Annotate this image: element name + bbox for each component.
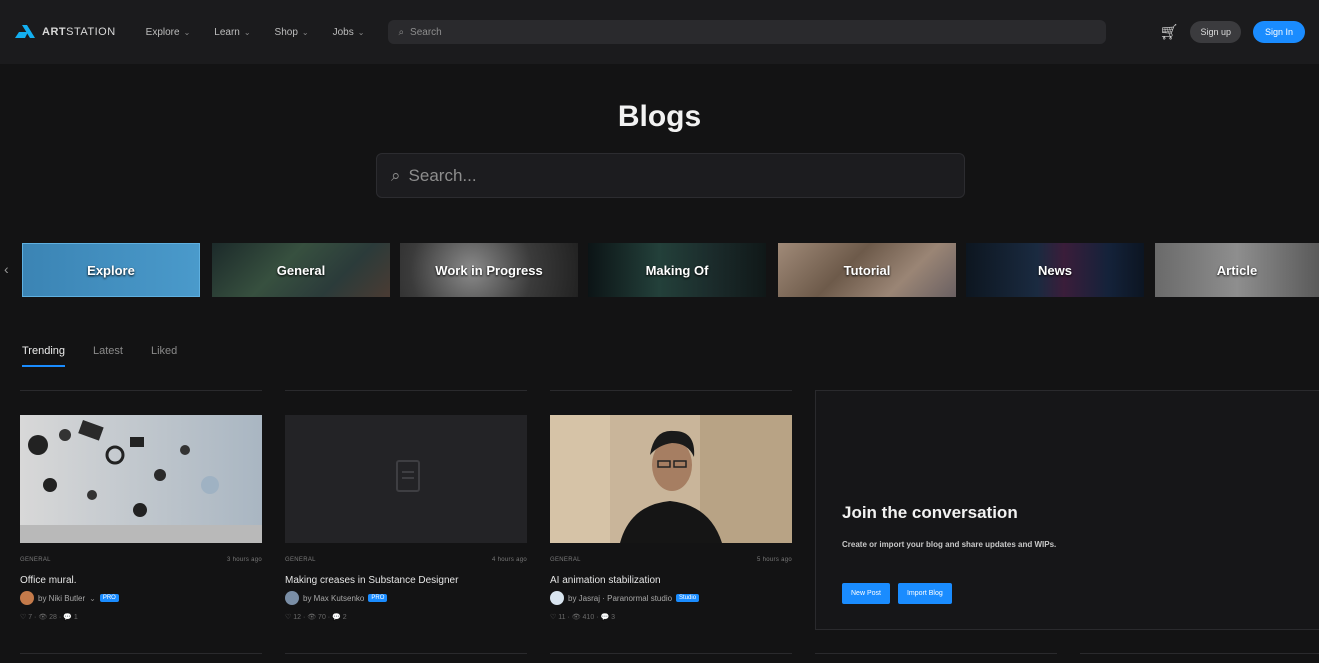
nav-explore-label: Explore [145, 26, 180, 38]
brand-prefix: ART [42, 26, 67, 38]
category-label: News [1038, 262, 1072, 278]
card-thumbnail[interactable] [20, 415, 262, 543]
artstation-logo[interactable]: ARTSTATION [14, 24, 116, 40]
signin-label: Sign In [1264, 27, 1293, 37]
top-right-actions: 🛒︎ Sign up Sign In [1159, 21, 1305, 43]
category-general[interactable]: General [212, 243, 390, 297]
card-title[interactable]: Office mural. [20, 575, 77, 586]
search-icon: ⌕ [398, 26, 405, 38]
chevron-down-icon: ⌄ [357, 27, 365, 37]
pro-badge: PRO [368, 594, 388, 602]
feed-tabs: Trending Latest Liked [22, 345, 177, 367]
blog-card[interactable]: GENERAL 4 hours ago Making creases in Su… [285, 390, 527, 630]
top-search-input[interactable]: ⌕ Search [388, 20, 1107, 44]
signup-button[interactable]: Sign up [1190, 21, 1241, 43]
pro-badge: PRO [99, 594, 119, 602]
card-stats: ♡ 11 · 👁 410 · 💬 3 [550, 614, 615, 621]
join-description: Create or import your blog and share upd… [842, 540, 1057, 549]
cart-icon[interactable]: 🛒︎ [1159, 23, 1178, 41]
card-stats: ♡ 7 · 👁 28 · 💬 1 [20, 614, 78, 621]
avatar [285, 591, 299, 605]
new-post-button[interactable]: New Post [842, 583, 890, 604]
card-author[interactable]: by Niki Butler ⌄ PRO [20, 591, 119, 605]
category-making-of[interactable]: Making Of [588, 243, 766, 297]
category-work-in-progress[interactable]: Work in Progress [400, 243, 578, 297]
card-meta: GENERAL 4 hours ago [285, 557, 527, 563]
blog-card[interactable]: GENERAL 3 hours ago Office mural. by Nik… [20, 390, 262, 630]
blog-search-placeholder: Search... [408, 165, 477, 185]
chevron-down-icon: ⌄ [301, 27, 309, 37]
card-title[interactable]: Making creases in Substance Designer [285, 575, 458, 586]
main-nav: Explore ⌄ Learn ⌄ Shop ⌄ Jobs ⌄ [146, 27, 365, 38]
blog-card-next-row [1080, 653, 1319, 663]
signin-button[interactable]: Sign In [1252, 21, 1305, 43]
page-title: Blogs [617, 100, 702, 133]
nav-shop[interactable]: Shop ⌄ [275, 27, 309, 38]
nav-jobs[interactable]: Jobs ⌄ [333, 27, 365, 38]
signup-label: Sign up [1200, 27, 1231, 37]
brand-suffix: STATION [66, 26, 116, 38]
join-actions: New Post Import Blog [842, 583, 952, 604]
blog-card-next-row [20, 653, 262, 663]
card-meta: GENERAL 3 hours ago [20, 557, 262, 563]
tab-liked[interactable]: Liked [151, 345, 177, 367]
top-navbar: ARTSTATION Explore ⌄ Learn ⌄ Shop ⌄ Jobs ⌄ ⌕… [0, 0, 1319, 64]
card-time: 5 hours ago [757, 557, 792, 563]
chevron-down-icon: ⌄ [183, 27, 191, 37]
category-label: Work in Progress [435, 262, 543, 278]
card-category: GENERAL [550, 557, 581, 563]
import-blog-button[interactable]: Import Blog [897, 583, 952, 604]
blog-card-next-row [815, 653, 1057, 663]
category-article[interactable]: Article [1155, 243, 1319, 297]
card-category: GENERAL [285, 557, 316, 563]
card-author[interactable]: by Max Kutsenko PRO [285, 591, 388, 605]
card-category: GENERAL [20, 557, 51, 563]
tab-trending[interactable]: Trending [22, 345, 66, 367]
tab-latest[interactable]: Latest [93, 345, 123, 367]
category-tutorial[interactable]: Tutorial [778, 243, 956, 297]
category-label: Making Of [645, 262, 709, 278]
chevron-down-icon: ⌄ [89, 593, 96, 603]
nav-jobs-label: Jobs [332, 26, 354, 38]
card-meta: GENERAL 5 hours ago [550, 557, 792, 563]
category-label: Article [1216, 262, 1258, 278]
blog-card[interactable]: GENERAL 5 hours ago AI animation stabili… [550, 390, 792, 630]
nav-shop-label: Shop [274, 26, 298, 38]
category-news[interactable]: News [966, 243, 1144, 297]
top-search-placeholder: Search [410, 26, 442, 38]
blog-search-input[interactable]: ⌕ Search... [376, 153, 965, 198]
nav-learn[interactable]: Learn ⌄ [214, 27, 250, 38]
avatar [20, 591, 34, 605]
avatar [550, 591, 564, 605]
card-title[interactable]: AI animation stabilization [550, 575, 661, 586]
category-explore[interactable]: Explore [22, 243, 200, 297]
category-label: Explore [87, 262, 135, 278]
card-thumbnail[interactable] [285, 415, 527, 543]
chevron-down-icon: ⌄ [243, 27, 251, 37]
author-name: by Niki Butler [38, 593, 86, 603]
category-label: Tutorial [843, 262, 891, 278]
nav-learn-label: Learn [214, 26, 240, 38]
author-name: by Jasraj · Paranormal studio [568, 593, 673, 603]
card-stats: ♡ 12 · 👁 70 · 💬 2 [285, 614, 347, 621]
card-time: 4 hours ago [492, 557, 527, 563]
category-strip: Explore General Work in Progress Making … [0, 243, 1319, 297]
join-title: Join the conversation [842, 503, 1018, 522]
blog-card-next-row [550, 653, 792, 663]
search-icon: ⌕ [391, 165, 401, 185]
category-label: General [276, 262, 326, 278]
card-thumbnail[interactable] [550, 415, 792, 543]
nav-explore[interactable]: Explore ⌄ [146, 27, 191, 38]
artstation-logo-icon [14, 24, 36, 40]
card-author[interactable]: by Jasraj · Paranormal studio Studio [550, 591, 700, 605]
studio-badge: Studio [676, 594, 700, 602]
author-name: by Max Kutsenko [303, 593, 365, 603]
blog-card-next-row [285, 653, 527, 663]
card-time: 3 hours ago [227, 557, 262, 563]
join-conversation-panel: Join the conversation Create or import y… [815, 390, 1319, 630]
